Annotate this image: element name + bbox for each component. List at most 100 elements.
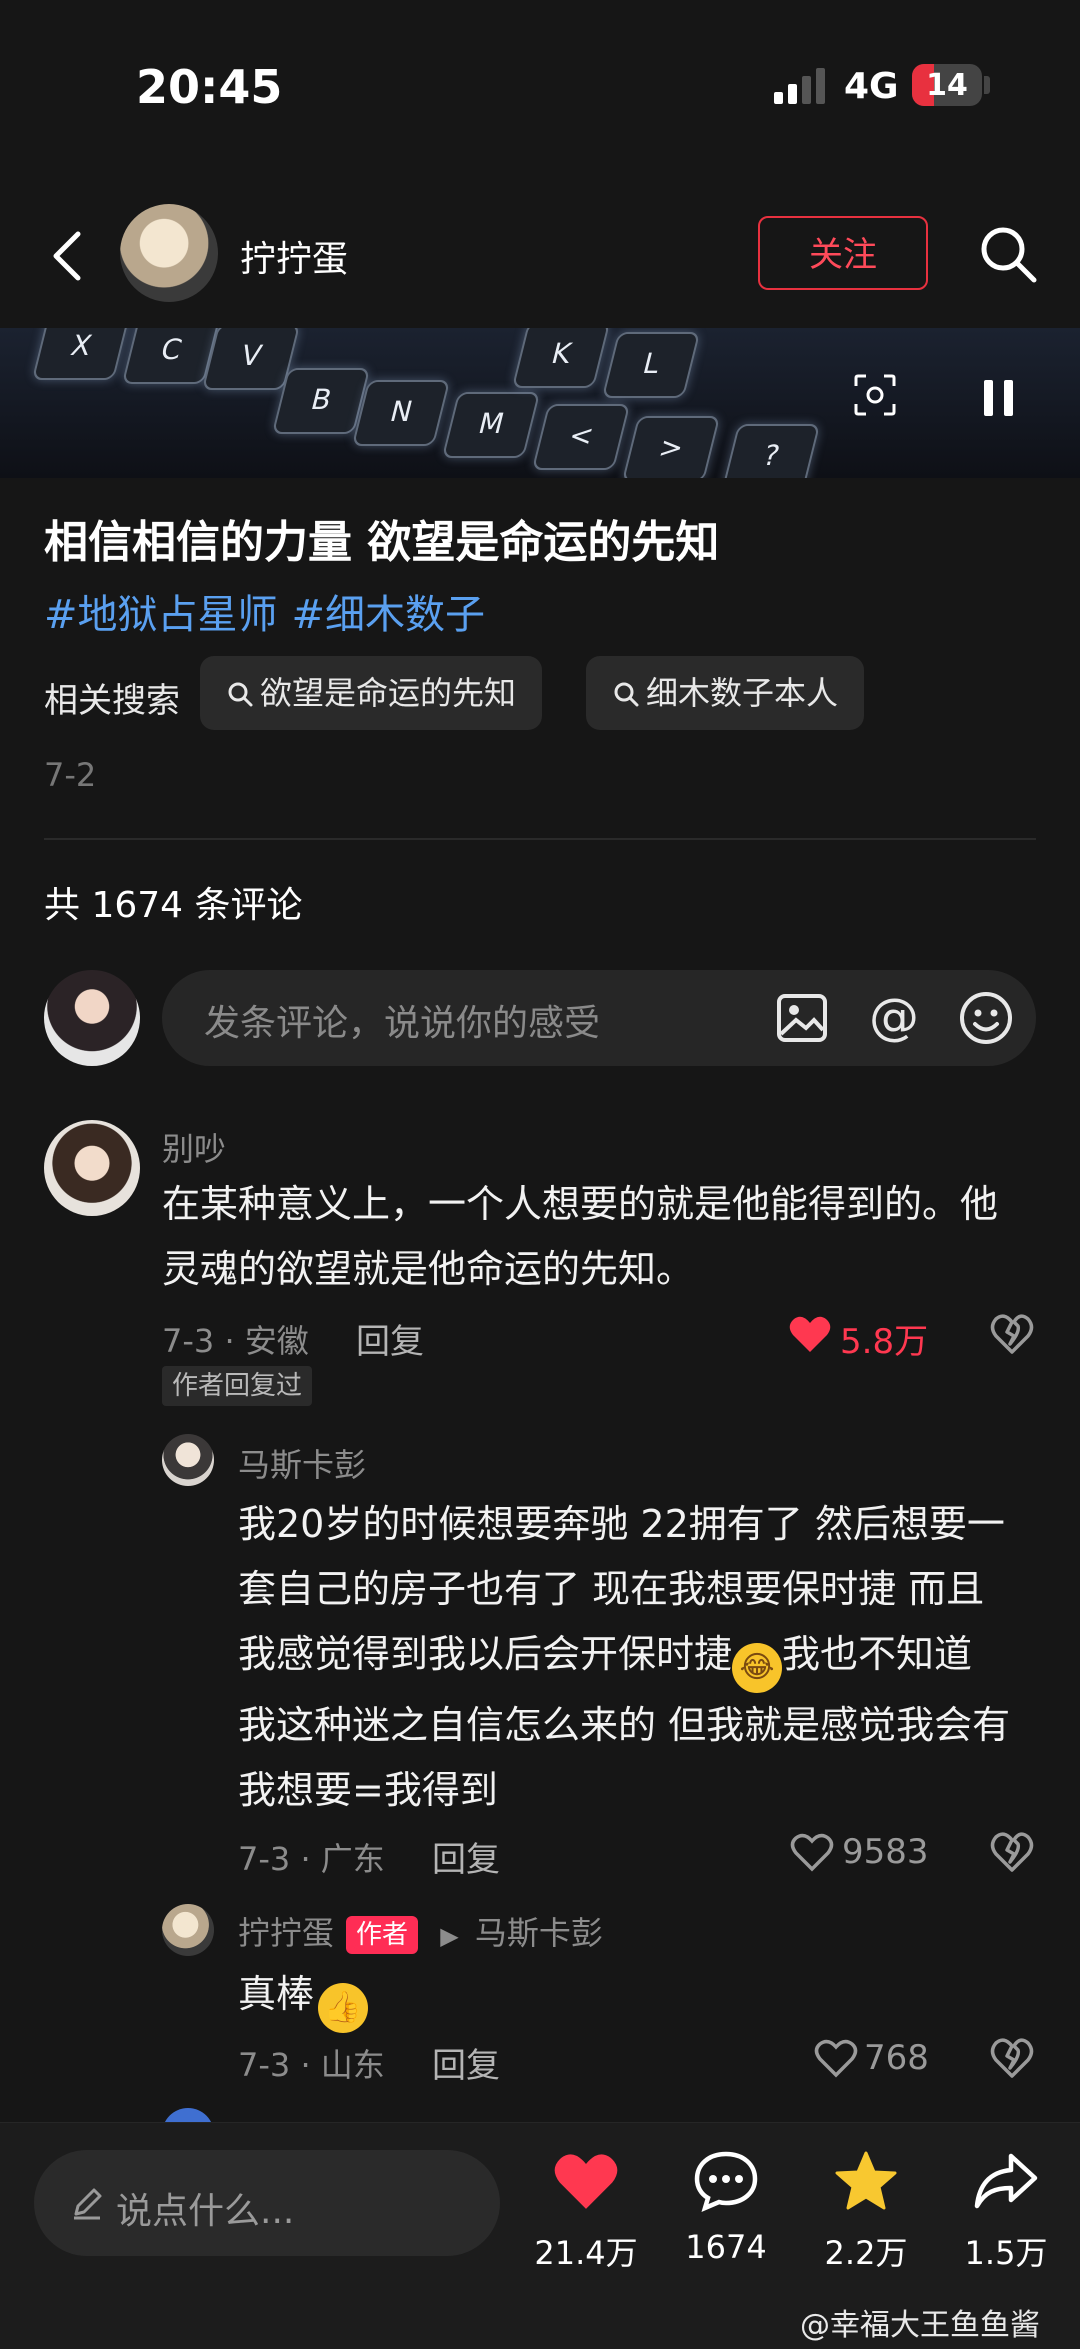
pencil-icon: [74, 2188, 102, 2220]
reply-header: 拧拧蛋 作者 ▶ 马斯卡彭: [238, 1908, 603, 1954]
comment-segment: 真棒: [238, 1972, 315, 2016]
mention-icon[interactable]: @: [866, 990, 922, 1046]
share-total: 1.5万: [964, 2234, 1048, 2272]
reply-button[interactable]: 回复: [432, 2038, 500, 2087]
keyboard-key: K: [511, 328, 611, 388]
my-avatar: [44, 970, 140, 1066]
comment-action[interactable]: 1674: [666, 2150, 786, 2266]
hashtag-list: #地狱占星师 #细木数子: [44, 582, 499, 640]
comment-line: 灵魂的欲望就是他命运的先知。: [162, 1247, 695, 1291]
heart-filled-icon: [554, 2154, 618, 2209]
battery-icon: 14: [912, 64, 982, 106]
comment-meta: 7-3 · 广东: [238, 1840, 385, 1878]
share-arrow-icon: [974, 2153, 1038, 2209]
comment-line: 我这种迷之自信怎么来的 但我就是感觉我会有: [238, 1703, 1011, 1747]
chip-label: 细木数子本人: [646, 674, 839, 712]
related-search-label: 相关搜索: [44, 681, 180, 721]
comment-username[interactable]: 别吵: [162, 1124, 226, 1170]
comment-input-placeholder: 发条评论，说说你的感受: [204, 1003, 601, 1044]
heart-outline-icon[interactable]: [790, 1832, 834, 1872]
comment-meta: 7-3 · 安徽: [162, 1322, 309, 1360]
chip-label: 欲望是命运的先知: [260, 674, 517, 712]
comment-input[interactable]: 发条评论，说说你的感受 @: [162, 970, 1036, 1066]
related-search-chip[interactable]: 细木数子本人: [586, 656, 865, 730]
comment-segment: 我也不知道: [782, 1632, 973, 1676]
commenter-avatar[interactable]: [162, 1904, 214, 1956]
comment-total: 1674: [685, 2228, 767, 2266]
say-placeholder: 说点什么...: [116, 2191, 295, 2232]
divider: [44, 838, 1036, 840]
video-player[interactable]: X C V B N M K L < > ?: [0, 328, 1080, 478]
like-count: 768: [864, 2038, 929, 2078]
author-avatar[interactable]: [120, 204, 218, 302]
status-time: 20:45: [136, 60, 283, 114]
battery-cap: [984, 76, 990, 94]
dislike-heart-icon[interactable]: [990, 1312, 1034, 1356]
hashtag-link[interactable]: #地狱占星师: [44, 592, 278, 638]
comment-bubble-icon: [694, 2151, 758, 2212]
network-type: 4G: [844, 66, 899, 107]
favorite-action[interactable]: 2.2万: [806, 2150, 926, 2272]
post-title: 相信相信的力量 欲望是命运的先知: [44, 517, 720, 568]
signal-icon: [774, 68, 828, 104]
image-icon[interactable]: [774, 990, 830, 1046]
comment-line: 在某种意义上，一个人想要的就是他能得到的。他: [162, 1182, 999, 1226]
reply-arrow-icon: ▶: [440, 1922, 459, 1950]
pause-icon[interactable]: [984, 380, 1014, 416]
search-icon: [228, 682, 253, 707]
comment-count: 共 1674 条评论: [44, 885, 303, 926]
keyboard-key: M: [441, 392, 541, 458]
comment-line: 我感觉得到我以后会开保时捷 😂 我也不知道: [238, 1622, 1010, 1693]
search-icon: [614, 682, 639, 707]
thumbs-up-emoji-icon: 👍: [318, 1983, 369, 2033]
heart-filled-icon[interactable]: [788, 1314, 832, 1354]
reply-to-username[interactable]: 马斯卡彭: [475, 1914, 603, 1952]
watermark: @幸福大王鱼鱼酱: [800, 2308, 1040, 2343]
comment-username[interactable]: 拧拧蛋: [238, 1914, 334, 1952]
keyboard-key: <: [531, 404, 631, 470]
comment-line: 套自己的房子也有了 现在我想要保时捷 而且: [238, 1567, 985, 1611]
post-date: 7-2: [44, 756, 97, 794]
author-name[interactable]: 拧拧蛋: [240, 230, 348, 282]
say-something-input[interactable]: 说点什么...: [34, 2150, 500, 2256]
comment-segment: 我感觉得到我以后会开保时捷: [238, 1632, 733, 1676]
author-replied-badge: 作者回复过: [162, 1366, 313, 1406]
hashtag-link[interactable]: #细木数子: [292, 592, 486, 638]
comment-text: 在某种意义上，一个人想要的就是他能得到的。他 灵魂的欲望就是他命运的先知。: [162, 1172, 998, 1302]
commenter-avatar[interactable]: [162, 1434, 214, 1486]
like-count: 5.8万: [840, 1322, 929, 1362]
emoji-icon[interactable]: [958, 990, 1014, 1046]
svg-text:@: @: [869, 990, 919, 1046]
keyboard-key: L: [601, 332, 701, 398]
heart-outline-icon[interactable]: [814, 2038, 858, 2078]
keyboard-key: N: [351, 380, 451, 446]
keyboard-key: X: [31, 328, 131, 380]
like-action[interactable]: 21.4万: [526, 2150, 646, 2272]
commenter-avatar[interactable]: [44, 1120, 140, 1216]
favorite-total: 2.2万: [824, 2234, 908, 2272]
related-search-chip[interactable]: 欲望是命运的先知: [200, 656, 543, 730]
reply-button[interactable]: 回复: [432, 1832, 500, 1881]
search-icon[interactable]: [976, 222, 1040, 286]
author-badge: 作者: [346, 1916, 419, 1954]
like-count: 9583: [842, 1832, 929, 1872]
comment-text: 真棒 👍: [238, 1962, 369, 2033]
keyboard-key: ?: [721, 424, 821, 478]
like-total: 21.4万: [534, 2234, 638, 2272]
comment-line: 我想要=我得到: [238, 1768, 498, 1812]
battery-level: 14: [926, 68, 968, 103]
back-arrow-icon[interactable]: [44, 226, 94, 286]
screenshot-scan-icon[interactable]: [854, 374, 896, 416]
comment-username[interactable]: 马斯卡彭: [238, 1440, 366, 1486]
reply-button[interactable]: 回复: [356, 1314, 424, 1363]
laugh-cry-emoji-icon: 😂: [732, 1643, 783, 1693]
comment-meta: 7-3 · 山东: [238, 2046, 385, 2084]
share-action[interactable]: 1.5万: [946, 2150, 1066, 2272]
keyboard-key: >: [621, 416, 721, 478]
follow-button[interactable]: 关注: [758, 216, 928, 290]
dislike-heart-icon[interactable]: [990, 1830, 1034, 1874]
comment-line: 我20岁的时候想要奔驰 22拥有了 然后想要一: [238, 1502, 1005, 1546]
keyboard-key: B: [271, 368, 371, 434]
star-filled-icon: [835, 2151, 897, 2210]
dislike-heart-icon[interactable]: [990, 2036, 1034, 2080]
